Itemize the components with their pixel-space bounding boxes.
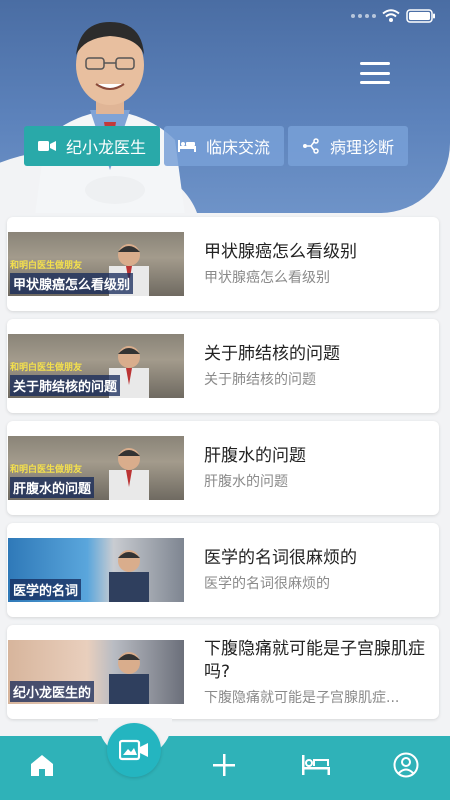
thumbnail-tag: 和明白医生做朋友 (10, 261, 83, 271)
list-item[interactable]: 和明白医生做朋友 甲状腺癌怎么看级别 甲状腺癌怎么看级别 甲状腺癌怎么看级别 (7, 217, 439, 311)
user-circle-icon (393, 752, 419, 778)
article-subtitle: 下腹隐痛就可能是子宫腺肌症... (204, 689, 400, 706)
video-thumbnail: 纪小龙医生的 (8, 640, 184, 704)
bed-icon (302, 755, 330, 775)
status-bar (351, 6, 436, 26)
article-title: 医学的名词很麻烦的 (204, 548, 357, 568)
article-title: 甲状腺癌怎么看级别 (204, 242, 357, 262)
article-title: 肝腹水的问题 (204, 446, 306, 466)
menu-icon[interactable] (360, 62, 390, 84)
bed-icon (178, 140, 197, 152)
list-item[interactable]: 纪小龙医生的 下腹隐痛就可能是子宫腺肌症吗? 下腹隐痛就可能是子宫腺肌症... (7, 625, 439, 719)
doctor-thumbnail-figure (109, 550, 149, 602)
thumbnail-caption: 肝腹水的问题 (10, 477, 95, 498)
nav-video-button[interactable] (107, 723, 161, 777)
tab-doctor[interactable]: 纪小龙医生 (24, 126, 161, 166)
article-subtitle: 医学的名词很麻烦的 (204, 576, 330, 592)
list-item[interactable]: 和明白医生做朋友 关于肺结核的问题 关于肺结核的问题 关于肺结核的问题 (7, 319, 439, 413)
nav-profile[interactable] (386, 748, 426, 782)
list-item[interactable]: 和明白医生做朋友 肝腹水的问题 肝腹水的问题 肝腹水的问题 (7, 421, 439, 515)
nav-clinic[interactable] (296, 748, 336, 782)
video-thumbnail: 和明白医生做朋友 肝腹水的问题 (8, 436, 184, 500)
thumbnail-tag: 和明白医生做朋友 (10, 465, 83, 475)
video-thumbnail: 和明白医生做朋友 关于肺结核的问题 (8, 334, 184, 398)
signal-icon (351, 14, 376, 18)
thumbnail-caption: 关于肺结核的问题 (10, 375, 121, 396)
doctor-thumbnail-figure (109, 652, 149, 704)
plus-icon (213, 754, 235, 776)
branch-icon (303, 138, 319, 154)
article-subtitle: 甲状腺癌怎么看级别 (204, 270, 330, 286)
battery-icon (406, 9, 436, 23)
tab-pathology-diagnosis[interactable]: 病理诊断 (288, 126, 409, 166)
thumbnail-caption: 纪小龙医生的 (10, 681, 95, 702)
thumbnail-caption: 甲状腺癌怎么看级别 (10, 273, 134, 294)
article-title: 下腹隐痛就可能是子宫腺肌症吗? (204, 638, 425, 682)
video-thumbnail: 医学的名词 (8, 538, 184, 602)
article-subtitle: 肝腹水的问题 (204, 474, 288, 490)
video-thumbnail: 和明白医生做朋友 甲状腺癌怎么看级别 (8, 232, 184, 296)
nav-home[interactable] (22, 748, 62, 782)
header-banner (0, 0, 450, 213)
home-icon (31, 755, 53, 776)
list-item[interactable]: 医学的名词 医学的名词很麻烦的 医学的名词很麻烦的 (7, 523, 439, 617)
doctor-photo (30, 10, 190, 213)
nav-add[interactable] (204, 748, 244, 782)
article-title: 关于肺结核的问题 (204, 344, 340, 364)
thumbnail-tag: 和明白医生做朋友 (10, 363, 83, 373)
tab-label: 病理诊断 (330, 138, 395, 157)
tab-clinical-exchange[interactable]: 临床交流 (164, 126, 285, 166)
doctor-thumbnail-figure (109, 448, 149, 500)
thumbnail-caption: 医学的名词 (10, 579, 82, 600)
wifi-icon (382, 9, 400, 23)
article-list: 和明白医生做朋友 甲状腺癌怎么看级别 甲状腺癌怎么看级别 甲状腺癌怎么看级别 和… (7, 217, 439, 719)
video-camera-icon (119, 739, 148, 761)
video-camera-icon (38, 141, 56, 151)
tab-label: 纪小龙医生 (66, 138, 147, 157)
tab-label: 临床交流 (206, 138, 271, 157)
article-subtitle: 关于肺结核的问题 (204, 372, 316, 388)
category-tabs: 纪小龙医生 临床交流 病理诊断 (24, 126, 409, 166)
